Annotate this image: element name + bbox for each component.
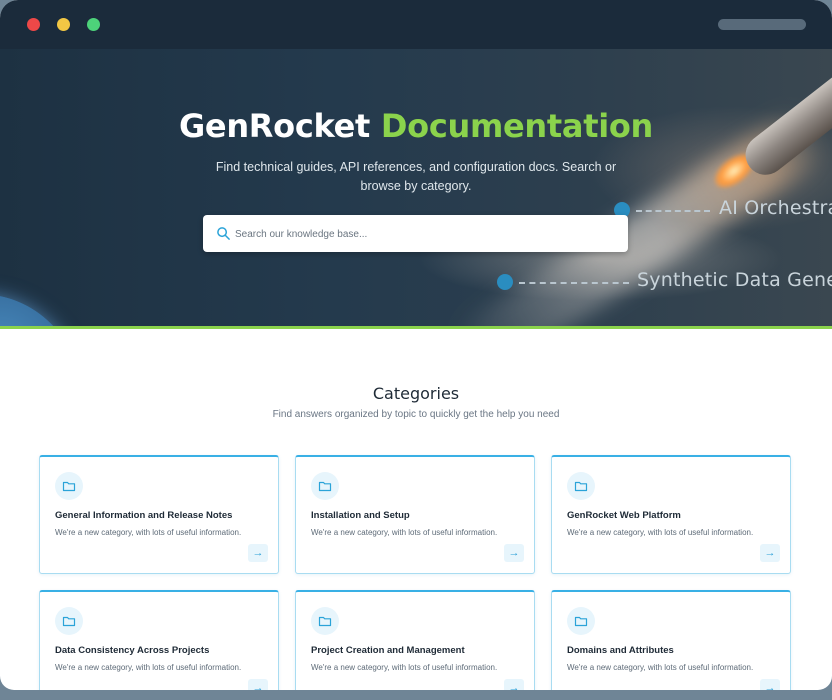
hero-subtitle: Find technical guides, API references, a… bbox=[215, 160, 617, 193]
search-icon bbox=[217, 227, 230, 240]
timeline-dash bbox=[519, 282, 629, 284]
category-description: We're a new category, with lots of usefu… bbox=[567, 528, 754, 537]
arrow-right-icon[interactable]: → bbox=[248, 544, 268, 562]
planet-graphic bbox=[0, 294, 80, 326]
categories-title: Categories bbox=[372, 384, 460, 403]
folder-icon bbox=[62, 616, 76, 627]
folder-icon bbox=[62, 481, 76, 492]
arrow-right-icon[interactable]: → bbox=[504, 679, 524, 690]
category-title: Project Creation and Management bbox=[311, 645, 465, 656]
folder-icon-badge bbox=[567, 472, 595, 500]
category-card-project-creation[interactable]: Project Creation and Management We're a … bbox=[295, 590, 535, 690]
category-description: We're a new category, with lots of usefu… bbox=[311, 528, 498, 537]
category-description: We're a new category, with lots of usefu… bbox=[55, 663, 242, 672]
category-card-general-info[interactable]: General Information and Release Notes We… bbox=[39, 455, 279, 574]
category-description: We're a new category, with lots of usefu… bbox=[567, 663, 754, 672]
folder-icon-badge bbox=[55, 607, 83, 635]
minimize-window-button[interactable] bbox=[57, 18, 70, 31]
category-description: We're a new category, with lots of usefu… bbox=[55, 528, 242, 537]
folder-icon-badge bbox=[311, 472, 339, 500]
arrow-right-icon[interactable]: → bbox=[760, 544, 780, 562]
timeline-dash bbox=[636, 210, 710, 212]
arrow-right-icon[interactable]: → bbox=[504, 544, 524, 562]
category-card-domains[interactable]: Domains and Attributes We're a new categ… bbox=[551, 590, 791, 690]
folder-icon bbox=[318, 481, 332, 492]
hero-title-main: GenRocket bbox=[178, 107, 371, 145]
folder-icon-badge bbox=[567, 607, 595, 635]
search-box[interactable] bbox=[203, 215, 628, 252]
window-titlebar bbox=[0, 0, 832, 49]
timeline-label-ai: AI Orchestrat bbox=[719, 197, 832, 219]
hero-banner: AI Orchestrat Synthetic Data Genera GenR… bbox=[0, 49, 832, 326]
category-description: We're a new category, with lots of usefu… bbox=[311, 663, 498, 672]
category-title: GenRocket Web Platform bbox=[567, 510, 681, 521]
arrow-right-icon[interactable]: → bbox=[760, 679, 780, 690]
category-title: Installation and Setup bbox=[311, 510, 410, 521]
folder-icon-badge bbox=[55, 472, 83, 500]
hero-bottom-accent-line bbox=[0, 326, 832, 329]
hero-title: GenRocket Documentation bbox=[0, 107, 832, 145]
folder-icon bbox=[318, 616, 332, 627]
folder-icon-badge bbox=[311, 607, 339, 635]
category-card-installation[interactable]: Installation and Setup We're a new categ… bbox=[295, 455, 535, 574]
timeline-node-icon bbox=[497, 274, 513, 290]
browser-window: AI Orchestrat Synthetic Data Genera GenR… bbox=[0, 0, 832, 690]
folder-icon bbox=[574, 481, 588, 492]
hero-title-accent: Documentation bbox=[380, 107, 654, 145]
search-input[interactable] bbox=[233, 223, 617, 245]
address-bar[interactable] bbox=[718, 19, 806, 30]
arrow-right-icon[interactable]: → bbox=[248, 679, 268, 690]
categories-subtitle: Find answers organized by topic to quick… bbox=[272, 409, 560, 420]
category-title: General Information and Release Notes bbox=[55, 510, 233, 521]
close-window-button[interactable] bbox=[27, 18, 40, 31]
category-title: Data Consistency Across Projects bbox=[55, 645, 210, 656]
category-card-data-consistency[interactable]: Data Consistency Across Projects We're a… bbox=[39, 590, 279, 690]
timeline-label-synthetic: Synthetic Data Genera bbox=[637, 269, 832, 291]
category-card-web-platform[interactable]: GenRocket Web Platform We're a new categ… bbox=[551, 455, 791, 574]
category-title: Domains and Attributes bbox=[567, 645, 674, 656]
folder-icon bbox=[574, 616, 588, 627]
maximize-window-button[interactable] bbox=[87, 18, 100, 31]
